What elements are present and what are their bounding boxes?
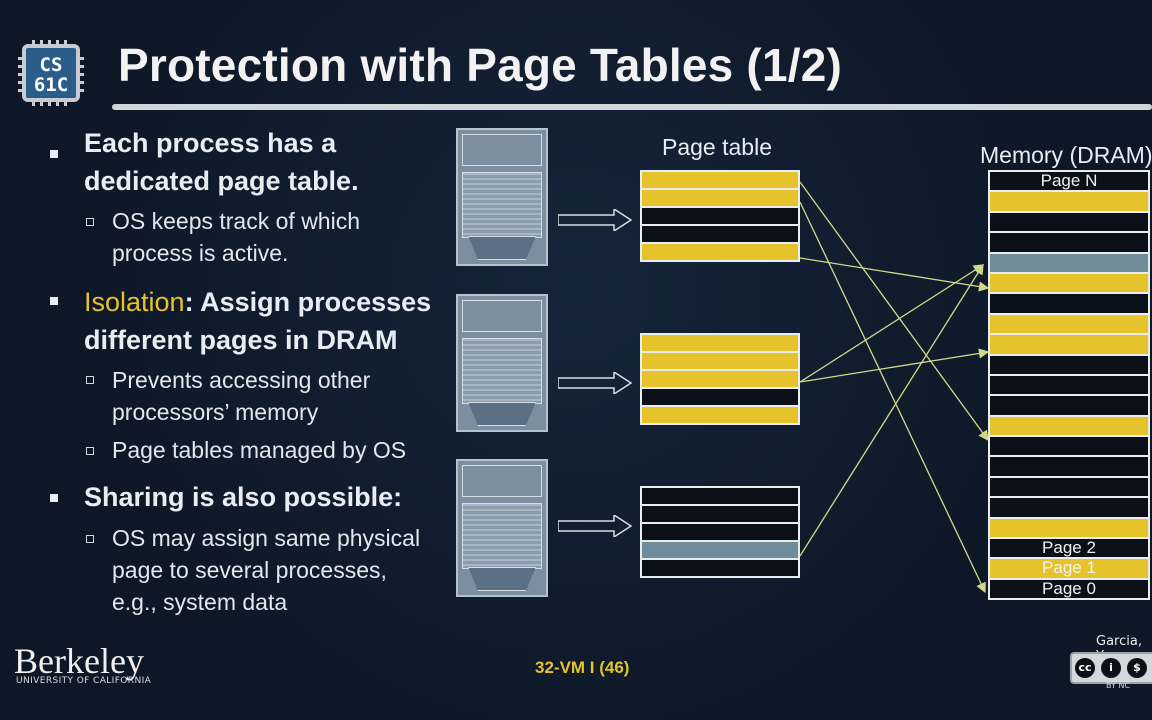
slide-number: 32-VM I (46): [535, 658, 630, 677]
mapping-arrow: [799, 264, 985, 383]
license-label: BY NC: [1106, 681, 1131, 690]
nc-icon: $: [1127, 658, 1147, 678]
berkeley-subtitle: UNIVERSITY OF CALIFORNIA: [16, 676, 152, 686]
mapping-arrow: [799, 348, 990, 383]
by-icon: i: [1101, 658, 1121, 678]
cc-icon: cc: [1075, 658, 1095, 678]
mapping-arrow: [799, 257, 990, 292]
page-mapping-arrows: [799, 181, 990, 594]
creative-commons-badge: cc i $: [1070, 652, 1152, 684]
